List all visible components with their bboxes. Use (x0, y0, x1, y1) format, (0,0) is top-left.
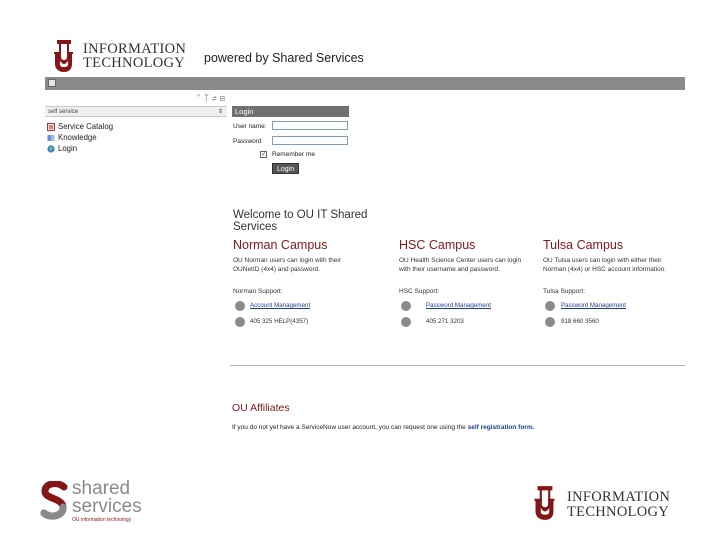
campus-tulsa: Tulsa Campus OU Tulsa users can login wi… (543, 238, 681, 274)
knowledge-icon (47, 134, 55, 142)
footer-logo-line-1: INFORMATION (567, 489, 671, 505)
phone-icon (545, 301, 555, 311)
phone-icon (235, 301, 245, 311)
sidebar-item-knowledge[interactable]: Knowledge (47, 133, 97, 143)
phone-icon (401, 301, 411, 311)
globe-icon (47, 145, 55, 153)
shared-services-logo: shared services OU information technolog… (40, 479, 160, 525)
tulsa-password-management-link[interactable]: Password Management (561, 302, 626, 309)
campus-description: OU Health Science Center users can login… (399, 257, 522, 273)
filter-text: self service (48, 109, 79, 115)
sidebar-item-label: Knowledge (58, 133, 97, 142)
welcome-title: Welcome to OU IT Shared Services (233, 209, 368, 233)
phone-icon (545, 317, 555, 327)
sidebar-item-login[interactable]: Login (47, 144, 77, 154)
hsc-password-management-link[interactable]: Password Management (426, 302, 491, 309)
catalog-icon (47, 122, 55, 131)
campus-norman: Norman Campus OU Norman users can login … (233, 238, 358, 274)
password-label: Password (233, 138, 262, 145)
username-label: User name: (233, 123, 267, 130)
remember-me-checkbox[interactable]: ✓ (260, 151, 267, 158)
sidebar-item-label: Login (58, 144, 78, 153)
phone-icon (235, 317, 245, 327)
campus-title: Norman Campus (233, 238, 328, 252)
logo-line-2: TECHNOLOGY (83, 55, 186, 71)
services-text: services (72, 496, 142, 517)
top-toolbar (45, 77, 685, 90)
logo-line-1: INFORMATION (83, 41, 187, 57)
campus-hsc: HSC Campus OU Health Science Center user… (399, 238, 524, 274)
sidebar-item-label: Service Catalog (58, 122, 114, 131)
campus-description: OU Tulsa users can login with either the… (543, 257, 667, 273)
chevron-updown-icon[interactable]: ⇕ (218, 107, 223, 118)
footer-ou-it-logo: INFORMATION TECHNOLOGY (530, 484, 690, 524)
footer-logo-line-2: TECHNOLOGY (567, 504, 670, 520)
font-size-icon[interactable]: ᛉ (204, 93, 209, 103)
login-header: Login (232, 106, 349, 117)
phone-icon (401, 317, 411, 327)
tulsa-support-label: Tulsa Support: (543, 288, 586, 295)
powered-by-text: powered by Shared Services (204, 51, 364, 65)
campus-title: Tulsa Campus (543, 238, 624, 252)
self-registration-link[interactable]: self registration form. (468, 424, 535, 431)
sidebar-item-service-catalog[interactable]: Service Catalog (47, 122, 113, 132)
collapse-up-icon[interactable]: ⌃ (196, 93, 201, 103)
password-input[interactable] (272, 136, 348, 145)
hsc-support-label: HSC Support: (399, 288, 440, 295)
shared-services-s-icon (40, 481, 68, 520)
shared-subtitle: OU information technology (72, 517, 132, 523)
tulsa-phone: 918 660 3560 (561, 318, 599, 325)
section-divider (230, 365, 685, 366)
norman-phone: 405 325 HELP(4357) (250, 318, 309, 325)
hsc-phone: 405 271 3203 (426, 318, 464, 325)
account-management-link[interactable]: Account Management (250, 302, 310, 309)
navigator-filter[interactable]: self service ⇕ (45, 106, 227, 117)
ou-logo-icon (54, 40, 73, 72)
login-button[interactable]: Login (272, 163, 300, 174)
refresh-icon[interactable]: ⇄ (212, 93, 217, 103)
affiliates-text: If you do not yet have a ServiceNow user… (232, 424, 534, 431)
navigator-panel: ⌃ ᛉ ⇄ ⊟ self service ⇕ Service Catalog K… (45, 91, 227, 181)
remember-me-label: Remember me (272, 151, 315, 158)
affiliates-body: If you do not yet have a ServiceNow user… (232, 424, 466, 431)
collapse-button[interactable] (48, 79, 56, 87)
norman-support-label: Norman Support: (233, 288, 283, 295)
affiliates-title: OU Affiliates (232, 402, 290, 414)
minus-icon[interactable]: ⊟ (220, 93, 225, 103)
campus-description: OU Norman users can login with their OUN… (233, 257, 342, 273)
username-input[interactable] (272, 121, 348, 130)
ou-it-logo: INFORMATION TECHNOLOGY (50, 38, 190, 76)
ou-logo-icon (534, 486, 555, 520)
campus-title: HSC Campus (399, 238, 476, 252)
navigator-tools: ⌃ ᛉ ⇄ ⊟ (196, 93, 225, 103)
